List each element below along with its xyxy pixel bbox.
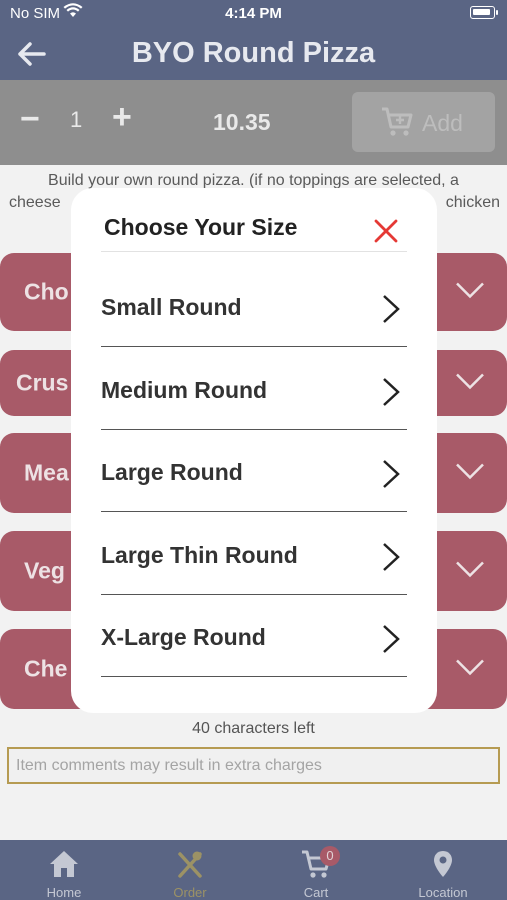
dialog-title: Choose Your Size	[104, 214, 298, 240]
size-option-medium-round[interactable]: Medium Round	[101, 347, 407, 430]
size-option-label: Small Round	[101, 294, 242, 320]
size-option-large-thin-round[interactable]: Large Thin Round	[101, 512, 407, 595]
chevron-right-icon	[381, 294, 401, 329]
chevron-right-icon	[381, 377, 401, 412]
size-option-large-round[interactable]: Large Round	[101, 429, 407, 512]
chevron-right-icon	[381, 542, 401, 577]
size-option-label: Large Thin Round	[101, 542, 298, 568]
size-option-label: Large Round	[101, 459, 243, 485]
size-option-label: X-Large Round	[101, 624, 266, 650]
size-picker-dialog: Choose Your Size Small Round Medium Roun…	[71, 188, 437, 713]
chevron-right-icon	[381, 459, 401, 494]
close-icon[interactable]	[373, 218, 399, 244]
size-option-small-round[interactable]: Small Round	[101, 264, 407, 347]
size-option-label: Medium Round	[101, 377, 268, 403]
chevron-right-icon	[381, 624, 401, 659]
size-option-x-large-round[interactable]: X-Large Round	[101, 594, 407, 677]
dialog-divider	[101, 251, 407, 252]
